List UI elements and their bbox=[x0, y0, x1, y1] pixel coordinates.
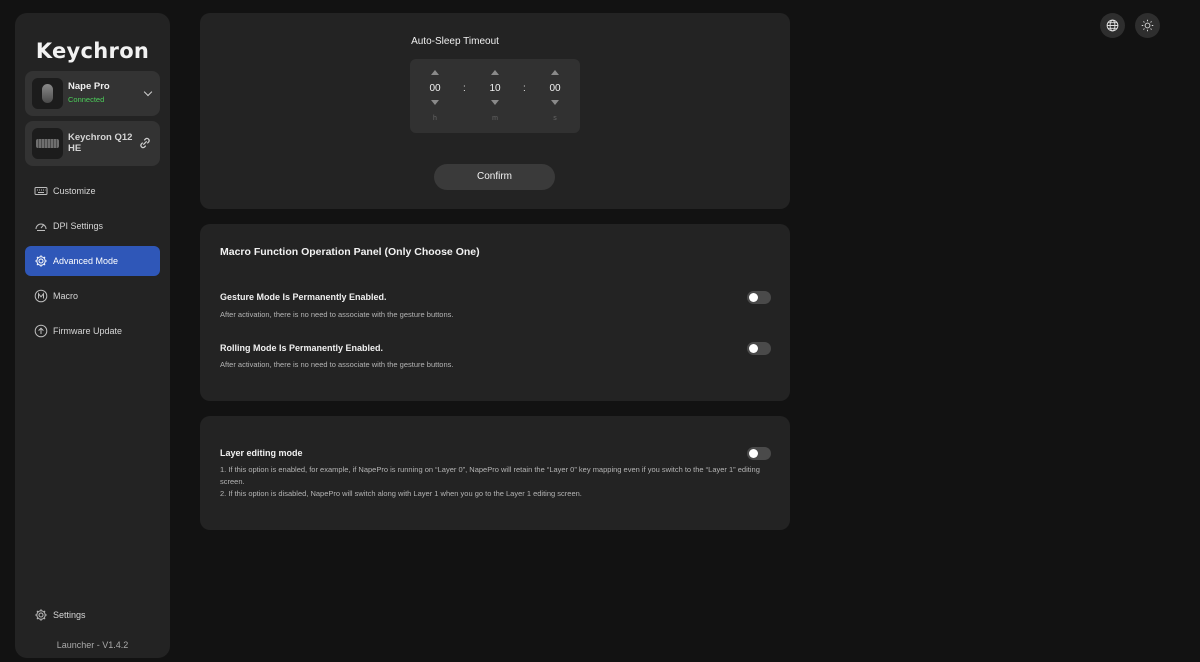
sidebar-item-macro[interactable]: Macro bbox=[25, 281, 160, 311]
chevron-down-icon[interactable] bbox=[143, 87, 153, 97]
minutes-down-arrow-icon[interactable] bbox=[491, 100, 499, 105]
minutes-up-arrow-icon[interactable] bbox=[491, 70, 499, 75]
sidebar: Keychron Nape Pro Connected Keychron Q12… bbox=[15, 13, 170, 658]
sidebar-item-label: Customize bbox=[53, 186, 96, 196]
layer-editing-panel: Layer editing mode 1. If this option is … bbox=[200, 416, 790, 530]
keyboard-icon bbox=[34, 187, 48, 195]
seconds-down-arrow-icon[interactable] bbox=[551, 100, 559, 105]
device-status: Connected bbox=[68, 95, 105, 104]
gear-icon bbox=[35, 609, 47, 621]
sidebar-item-label: Advanced Mode bbox=[53, 256, 119, 266]
sidebar-item-customize[interactable]: Customize bbox=[25, 176, 160, 206]
sidebar-item-label: DPI Settings bbox=[53, 221, 104, 231]
hours-unit: h bbox=[433, 115, 437, 122]
minutes-column: 10 m bbox=[480, 59, 510, 133]
sun-icon bbox=[1141, 19, 1154, 32]
seconds-value[interactable]: 00 bbox=[540, 83, 570, 94]
theme-toggle-button[interactable] bbox=[1135, 13, 1160, 38]
sidebar-item-advanced-mode[interactable]: Advanced Mode bbox=[25, 246, 160, 276]
sidebar-item-dpi-settings[interactable]: DPI Settings bbox=[25, 211, 160, 241]
seconds-unit: s bbox=[553, 115, 557, 122]
gesture-mode-toggle[interactable] bbox=[747, 291, 771, 304]
seconds-up-arrow-icon[interactable] bbox=[551, 70, 559, 75]
device-name: Nape Pro bbox=[68, 81, 110, 92]
globe-icon bbox=[1106, 19, 1119, 32]
macro-function-panel: Macro Function Operation Panel (Only Cho… bbox=[200, 224, 790, 401]
layer-editing-title: Layer editing mode bbox=[220, 448, 303, 458]
gesture-mode-title: Gesture Mode Is Permanently Enabled. bbox=[220, 292, 387, 302]
keyboard-icon bbox=[32, 128, 63, 159]
gauge-icon bbox=[35, 223, 47, 231]
layer-editing-desc-2: 2. If this option is disabled, NapePro w… bbox=[220, 489, 582, 498]
gesture-mode-desc: After activation, there is no need to as… bbox=[220, 310, 454, 319]
hours-up-arrow-icon[interactable] bbox=[431, 70, 439, 75]
sidebar-item-label: Firmware Update bbox=[53, 326, 123, 336]
auto-sleep-title: Auto-Sleep Timeout bbox=[411, 36, 499, 47]
macro-icon bbox=[34, 289, 48, 303]
sidebar-item-firmware-update[interactable]: Firmware Update bbox=[25, 316, 160, 346]
time-picker: 00 h : 10 m : 00 s bbox=[410, 59, 580, 133]
rolling-mode-desc: After activation, there is no need to as… bbox=[220, 360, 454, 369]
panel-title: Macro Function Operation Panel (Only Cho… bbox=[220, 246, 480, 258]
minutes-value[interactable]: 10 bbox=[480, 83, 510, 94]
auto-sleep-panel: Auto-Sleep Timeout 00 h : 10 m : 00 s Co… bbox=[200, 13, 790, 209]
gear-icon bbox=[35, 255, 47, 267]
hours-value[interactable]: 00 bbox=[420, 83, 450, 94]
time-separator: : bbox=[523, 83, 526, 94]
confirm-button[interactable]: Confirm bbox=[434, 164, 555, 190]
keychron-logo: Keychron bbox=[35, 39, 150, 63]
device-name: Keychron Q12 HE bbox=[68, 132, 133, 154]
hours-column: 00 h bbox=[420, 59, 450, 133]
minutes-unit: m bbox=[492, 115, 498, 122]
sidebar-item-label: Settings bbox=[53, 610, 86, 620]
rolling-mode-toggle[interactable] bbox=[747, 342, 771, 355]
version-label: Launcher - V1.4.2 bbox=[56, 640, 129, 650]
mouse-icon bbox=[32, 78, 63, 109]
link-icon[interactable] bbox=[138, 136, 152, 150]
time-separator: : bbox=[463, 83, 466, 94]
upload-icon bbox=[34, 324, 48, 338]
layer-editing-desc-1: 1. If this option is enabled, for exampl… bbox=[220, 465, 760, 486]
language-button[interactable] bbox=[1100, 13, 1125, 38]
rolling-mode-title: Rolling Mode Is Permanently Enabled. bbox=[220, 343, 384, 353]
hours-down-arrow-icon[interactable] bbox=[431, 100, 439, 105]
layer-editing-toggle[interactable] bbox=[747, 447, 771, 460]
device-card-keychron-q12[interactable]: Keychron Q12 HE bbox=[25, 121, 160, 166]
sidebar-item-settings[interactable]: Settings bbox=[25, 600, 160, 630]
device-card-nape-pro[interactable]: Nape Pro Connected bbox=[25, 71, 160, 116]
seconds-column: 00 s bbox=[540, 59, 570, 133]
sidebar-item-label: Macro bbox=[53, 291, 79, 301]
